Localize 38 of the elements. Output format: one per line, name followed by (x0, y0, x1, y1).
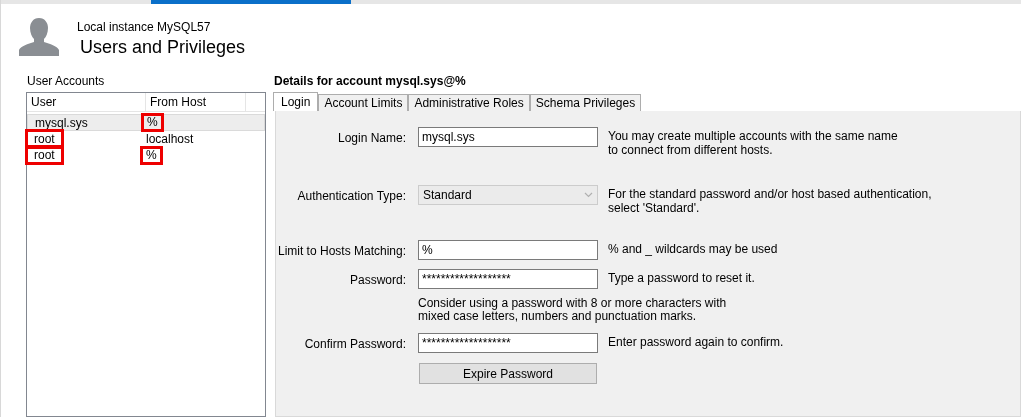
host-cell: % (140, 145, 163, 165)
details-title: Details for account mysql.sys@% (273, 73, 467, 90)
account-row[interactable]: mysql.sys % (27, 114, 265, 131)
section-label: User Accounts (26, 73, 106, 90)
user-icon (18, 16, 60, 58)
host-cell: % (141, 113, 164, 132)
input-field[interactable]: ******************* (418, 333, 598, 353)
input-field[interactable]: ******************* (418, 269, 598, 289)
page-title: Users and Privileges (80, 37, 246, 58)
input-field[interactable]: mysql.sys (418, 127, 598, 147)
field-label: Login Name: (336, 130, 406, 145)
instance-name: Local instance MySQL57 (77, 20, 212, 34)
password-hint: Consider using a password with 8 or more characters with mixed case letters, numbers and punctuation marks. (418, 296, 727, 323)
field-description: Type a password to reset it. (608, 270, 755, 285)
expire-password-button[interactable]: Expire Password (419, 363, 597, 384)
account-row[interactable]: root localhost (27, 131, 265, 147)
field-label: Authentication Type: (296, 188, 406, 203)
tab[interactable]: Login (273, 92, 319, 111)
input-field[interactable]: % (418, 240, 598, 260)
field-label: Confirm Password: (303, 336, 406, 351)
column-header[interactable]: From Host (146, 93, 246, 111)
dropdown[interactable]: Standard (418, 185, 598, 205)
user-cell: root (25, 129, 64, 149)
field-description: For the standard password and/or host based authentication, select 'Standard'. (608, 186, 932, 215)
field-label: Password: (348, 272, 406, 287)
chevron-icon (584, 192, 593, 198)
tab[interactable]: Account Limits (318, 94, 409, 111)
column-header[interactable]: User (27, 93, 146, 111)
tab[interactable]: Schema Privileges (529, 94, 642, 111)
field-description: You may create multiple accounts with the same name to connect from different hosts. (608, 128, 898, 157)
tab[interactable]: Administrative Roles (408, 94, 530, 111)
host-cell-text: localhost (145, 130, 195, 148)
user-cell-text: mysql.sys (34, 114, 89, 132)
account-row[interactable]: root % (27, 147, 265, 163)
field-label: Limit to Hosts Matching: (276, 243, 406, 258)
field-description: % and _ wildcards may be used (608, 241, 778, 256)
user-cell: root (25, 145, 64, 165)
field-description: Enter password again to confirm. (608, 334, 784, 349)
